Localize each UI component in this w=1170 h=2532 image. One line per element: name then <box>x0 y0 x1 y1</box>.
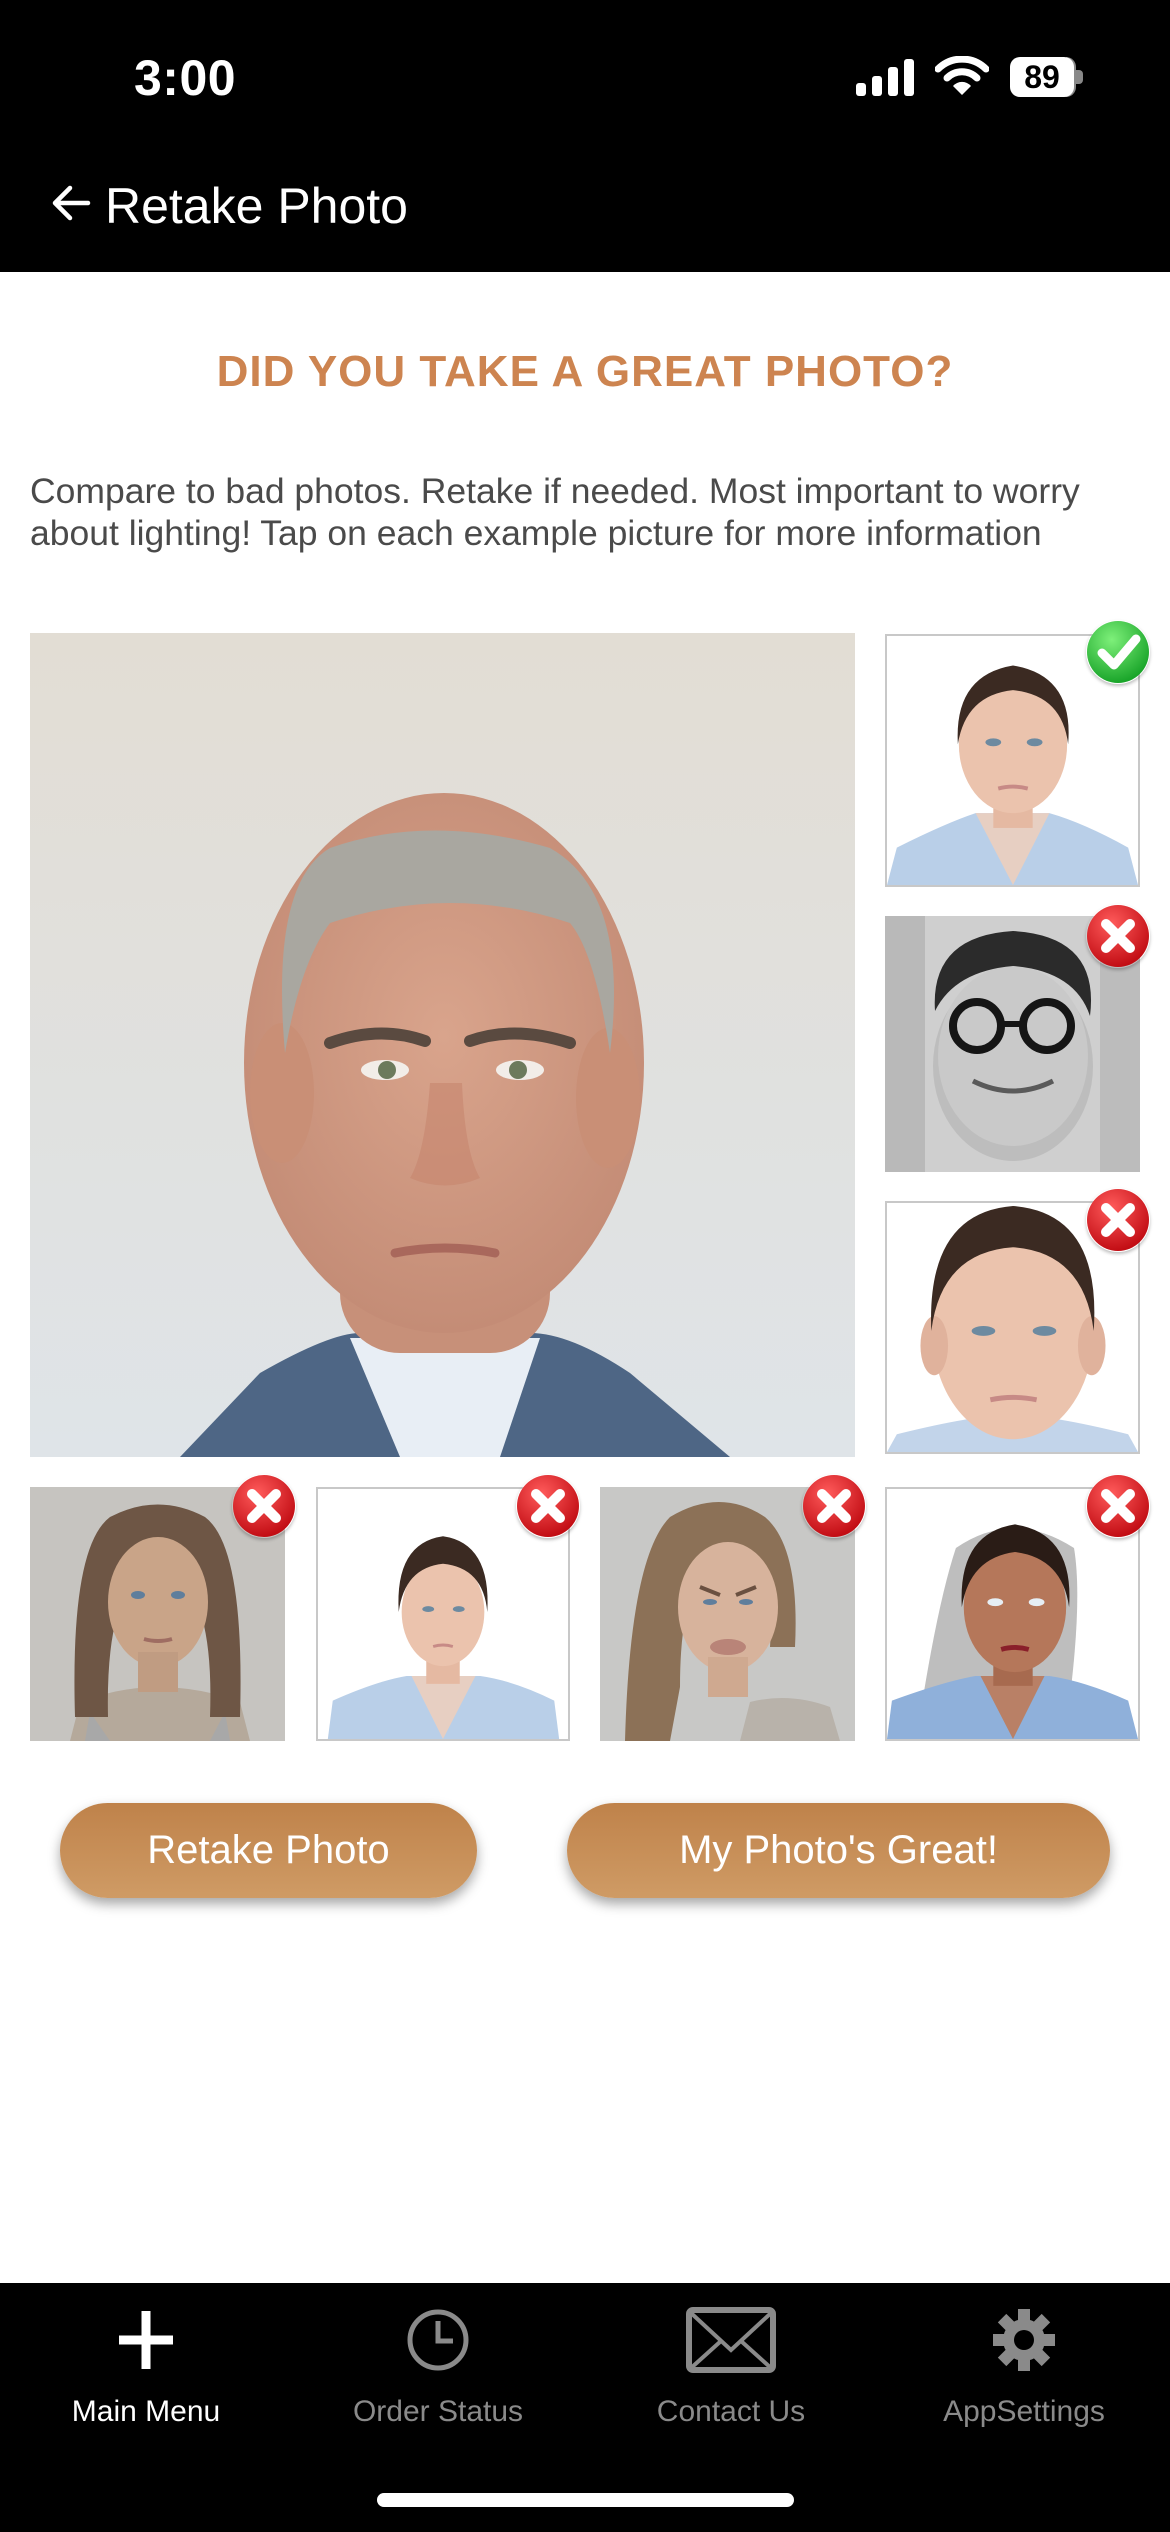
bad-x-badge-icon[interactable] <box>1086 1188 1150 1252</box>
retake-photo-button[interactable]: Retake Photo <box>60 1803 477 1898</box>
tab-label: Main Menu <box>71 2395 221 2428</box>
battery-level: 89 <box>1010 57 1074 97</box>
bad-x-badge-icon[interactable] <box>802 1474 866 1538</box>
plus-icon <box>119 2311 173 2369</box>
arrow-left-icon[interactable] <box>48 180 94 226</box>
battery-tip-icon <box>1076 70 1083 84</box>
tab-main-menu[interactable]: Main Menu <box>0 2283 292 2453</box>
cellular-signal-icon <box>856 59 914 96</box>
tab-label: AppSettings <box>943 2395 1105 2428</box>
user-photo <box>30 633 855 1457</box>
bad-x-badge-icon[interactable] <box>1086 1474 1150 1538</box>
wifi-icon <box>935 56 989 95</box>
tab-app-settings[interactable]: AppSettings <box>878 2283 1170 2453</box>
tab-label: Contact Us <box>656 2395 806 2428</box>
bad-x-badge-icon[interactable] <box>516 1474 580 1538</box>
page-title: DID YOU TAKE A GREAT PHOTO? <box>216 347 954 396</box>
tab-label: Order Status <box>352 2395 524 2428</box>
back-button-title[interactable]: Retake Photo <box>105 176 408 236</box>
instructions-text: Compare to bad photos. Retake if needed.… <box>30 471 1080 553</box>
clock-icon <box>407 2309 469 2371</box>
bad-x-badge-icon[interactable] <box>232 1474 296 1538</box>
good-check-badge-icon[interactable] <box>1086 620 1150 684</box>
gear-icon <box>993 2309 1055 2371</box>
home-indicator[interactable] <box>377 2493 794 2507</box>
top-bar: 3:00 89 Retake Photo <box>0 0 1170 272</box>
status-time: 3:00 <box>134 50 237 106</box>
tab-order-status[interactable]: Order Status <box>292 2283 584 2453</box>
bad-x-badge-icon[interactable] <box>1086 904 1150 968</box>
envelope-icon <box>686 2307 776 2373</box>
tab-contact-us[interactable]: Contact Us <box>585 2283 877 2453</box>
photo-great-button[interactable]: My Photo's Great! <box>567 1803 1110 1898</box>
